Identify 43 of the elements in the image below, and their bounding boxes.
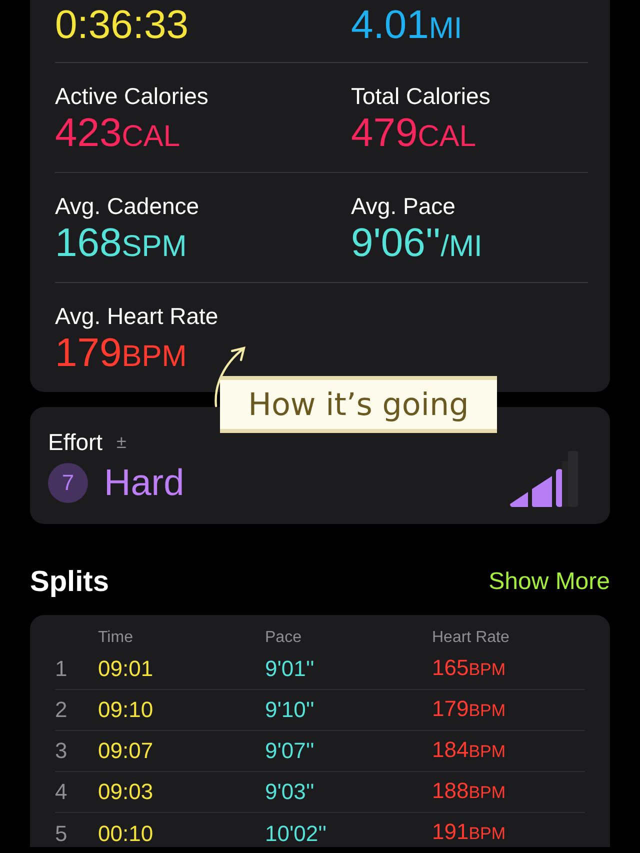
split-time: 00:10 — [98, 821, 154, 847]
metric-label: Total Calories — [351, 82, 492, 110]
annotation-arrow — [214, 346, 246, 408]
split-pace: 9'01'' — [265, 656, 316, 682]
effort-score: 7 — [48, 462, 88, 502]
effort-label: Effort — [48, 428, 103, 456]
adjust-toggle[interactable]: ± — [116, 428, 126, 456]
metric-label: Active Calories — [55, 82, 210, 110]
annotation-label: How it’s going — [220, 376, 497, 433]
split-time: 09:07 — [98, 738, 154, 764]
split-time: 09:01 — [98, 656, 154, 682]
section-title: Splits — [30, 565, 109, 600]
metric-value: 479CAL — [351, 110, 476, 156]
metric-value: 0:36:33 — [55, 2, 188, 48]
metric-value: 4.01MI — [351, 2, 462, 48]
show-more-link[interactable]: Show More — [488, 567, 610, 597]
split-heart-rate: 191BPM — [432, 819, 507, 846]
split-heart-rate: 165BPM — [432, 655, 507, 682]
metric-label: Avg. Pace — [351, 192, 456, 220]
metric-value: 423CAL — [55, 110, 180, 156]
metric-value: 9'06''/MI — [351, 220, 482, 266]
split-pace: 10'02'' — [265, 821, 328, 847]
split-heart-rate: 184BPM — [432, 737, 507, 764]
split-number: 2 — [55, 697, 68, 723]
split-number: 3 — [55, 738, 68, 764]
metric-value: 179BPM — [55, 330, 187, 376]
metric-label: Avg. Heart Rate — [55, 302, 220, 330]
column-header: Time — [98, 628, 134, 648]
split-pace: 9'10'' — [265, 697, 316, 723]
split-pace: 9'07'' — [265, 738, 316, 764]
split-number: 5 — [55, 821, 68, 847]
split-pace: 9'03'' — [265, 779, 316, 805]
effort-rating: Hard — [104, 462, 184, 504]
metric-value: 168SPM — [55, 220, 187, 266]
split-number: 4 — [55, 779, 68, 805]
split-time: 09:03 — [98, 779, 154, 805]
split-heart-rate: 188BPM — [432, 778, 507, 805]
column-header: Pace — [265, 628, 302, 648]
split-number: 1 — [55, 656, 68, 682]
split-time: 09:10 — [98, 697, 154, 723]
metric-label: Avg. Cadence — [55, 192, 200, 220]
column-header: Heart Rate — [432, 628, 510, 648]
split-heart-rate: 179BPM — [432, 696, 507, 723]
